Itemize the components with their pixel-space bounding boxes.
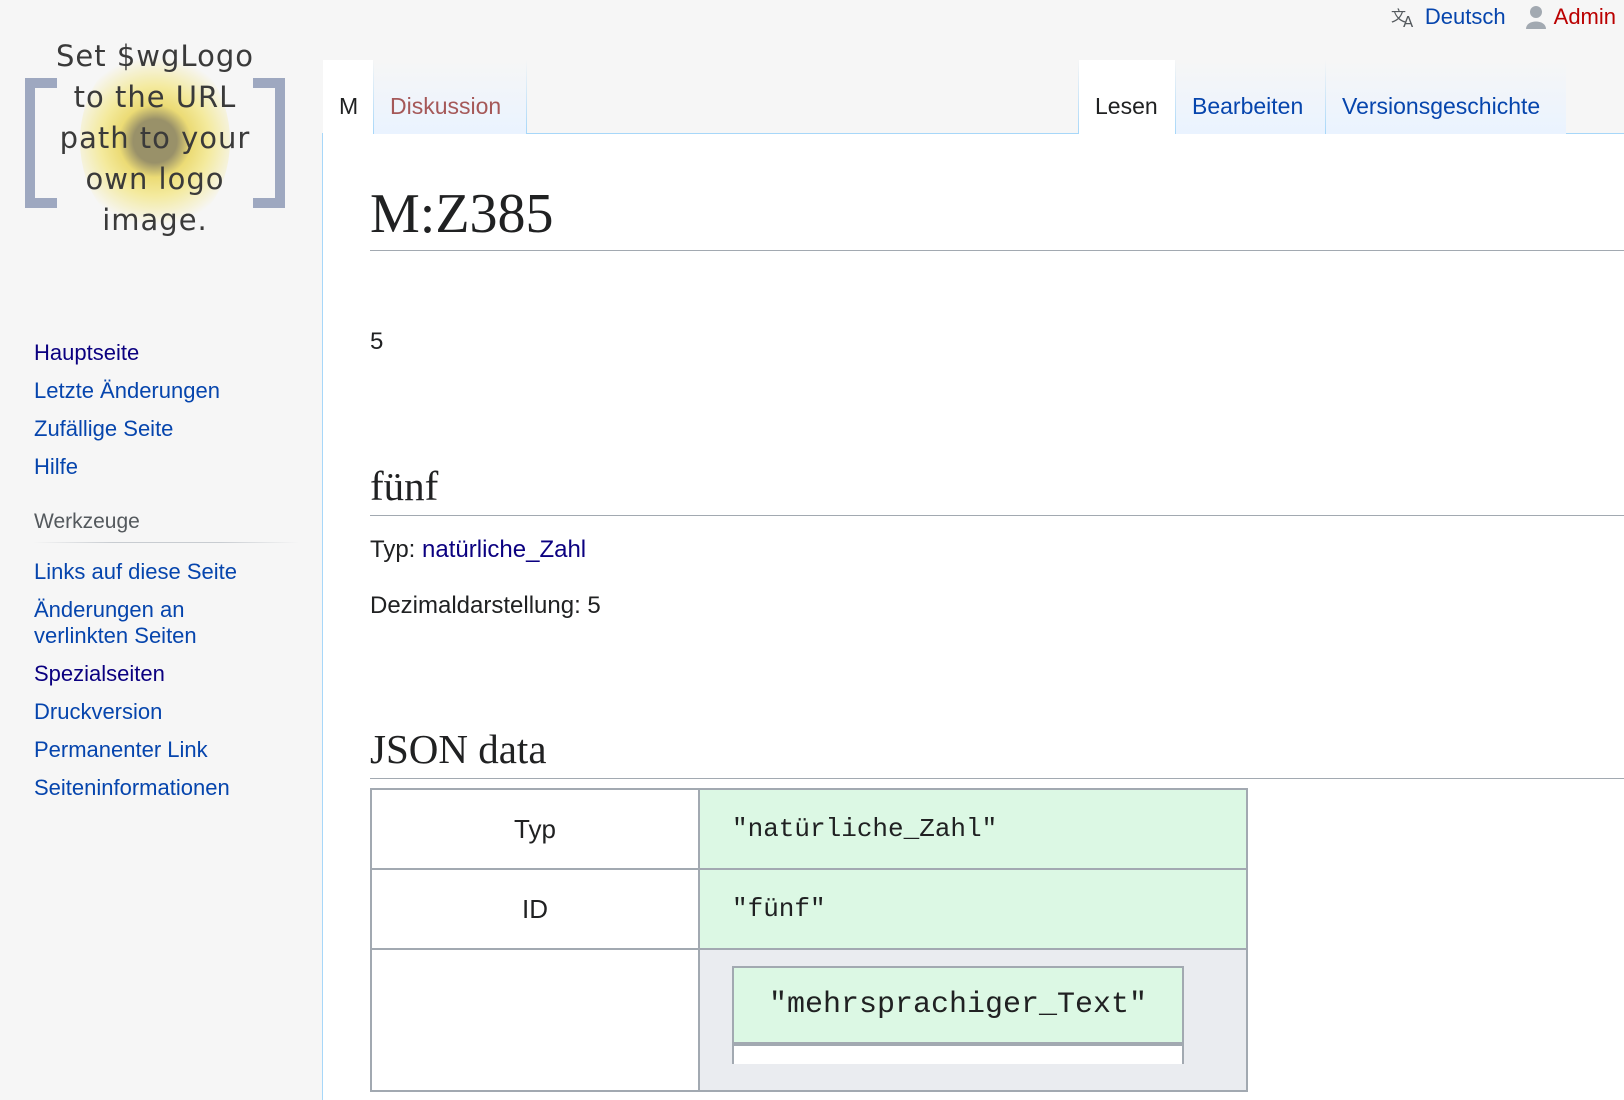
- personal-tools: 文 A Deutsch Admin: [1371, 2, 1616, 32]
- json-value: "natürliche_Zahl": [698, 788, 1248, 870]
- value-text: 5: [370, 328, 384, 355]
- sidebar-item-druckversion[interactable]: Druckversion: [34, 699, 162, 724]
- table-row: Typ "natürliche_Zahl": [370, 788, 1248, 870]
- tab-discussion[interactable]: Diskussion: [374, 60, 526, 134]
- content-area: M:Z385 5 fünf Typ: natürliche_Zahl Dezim…: [322, 133, 1624, 1100]
- user-icon: [1525, 6, 1546, 29]
- language-link[interactable]: Deutsch: [1425, 4, 1506, 30]
- sidebar-item-letzte-aenderungen[interactable]: Letzte Änderungen: [34, 378, 220, 403]
- table-row: "mehrsprachiger_Text": [370, 948, 1248, 1092]
- page-title: M:Z385: [370, 182, 1624, 251]
- table-row: ID "fünf": [370, 868, 1248, 950]
- sidebar-item-spezialseiten[interactable]: Spezialseiten: [34, 661, 165, 686]
- type-label: Typ:: [370, 536, 416, 563]
- tab-history-label: Versionsgeschichte: [1342, 93, 1541, 119]
- json-heading: JSON data: [370, 724, 1624, 779]
- decimal-line: Dezimaldarstellung: 5: [370, 592, 601, 619]
- json-key-empty: [370, 948, 700, 1092]
- tab-read[interactable]: Lesen: [1079, 60, 1175, 134]
- json-table: Typ "natürliche_Zahl" ID "fünf" "mehrspr…: [370, 788, 1248, 1092]
- tab-separator: [526, 60, 527, 134]
- json-nested-next-row: [732, 1044, 1184, 1064]
- sidebar-item-hauptseite[interactable]: Hauptseite: [34, 340, 139, 365]
- type-line: Typ: natürliche_Zahl: [370, 535, 586, 565]
- tab-discussion-label: Diskussion: [390, 93, 502, 119]
- tab-namespace-label: M: [339, 93, 359, 119]
- sidebar-item-zufaellige-seite[interactable]: Zufällige Seite: [34, 416, 173, 441]
- json-nested-cell: "mehrsprachiger_Text": [698, 948, 1248, 1092]
- label-heading: fünf: [370, 461, 1624, 516]
- sidebar: Hauptseite Letzte Änderungen Zufällige S…: [34, 340, 304, 813]
- translate-icon: 文 A: [1391, 7, 1414, 28]
- tab-edit-label: Bearbeiten: [1192, 93, 1304, 119]
- tools-heading: Werkzeuge: [34, 510, 298, 543]
- tab-edit[interactable]: Bearbeiten: [1176, 60, 1325, 134]
- tools-list: Links auf diese Seite Änderungen an verl…: [34, 559, 304, 801]
- user-menu[interactable]: Admin: [1525, 4, 1616, 30]
- json-key: Typ: [370, 788, 700, 870]
- sidebar-item-links-auf-diese-seite[interactable]: Links auf diese Seite: [34, 559, 237, 584]
- sidebar-item-aenderungen-verlinkt[interactable]: Änderungen an verlinkten Seiten: [34, 597, 197, 648]
- tab-history[interactable]: Versionsgeschichte: [1326, 60, 1566, 134]
- type-link[interactable]: natürliche_Zahl: [422, 536, 586, 563]
- sidebar-item-hilfe[interactable]: Hilfe: [34, 454, 78, 479]
- json-nested-value: "mehrsprachiger_Text": [732, 966, 1184, 1044]
- language-selector[interactable]: 文 A Deutsch: [1391, 4, 1506, 30]
- logo-placeholder-text: Set $wgLogo to the URL path to your own …: [56, 39, 254, 237]
- tab-namespace[interactable]: M: [323, 60, 373, 134]
- tab-read-label: Lesen: [1095, 93, 1158, 119]
- json-key: ID: [370, 868, 700, 950]
- site-logo[interactable]: Set $wgLogo to the URL path to your own …: [20, 36, 290, 246]
- user-link[interactable]: Admin: [1554, 4, 1616, 30]
- svg-text:A: A: [1403, 13, 1414, 28]
- sidebar-item-permanenter-link[interactable]: Permanenter Link: [34, 737, 208, 762]
- json-value: "fünf": [698, 868, 1248, 950]
- navigation-list: Hauptseite Letzte Änderungen Zufällige S…: [34, 340, 304, 480]
- sidebar-item-seiteninformationen[interactable]: Seiteninformationen: [34, 775, 230, 800]
